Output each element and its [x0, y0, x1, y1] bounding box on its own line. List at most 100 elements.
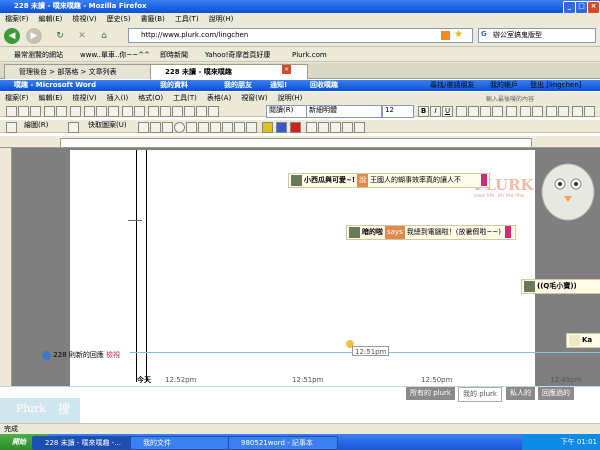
- home-icon[interactable]: ⌂: [96, 28, 112, 44]
- redo-icon[interactable]: [134, 106, 145, 117]
- shadow-icon[interactable]: [342, 122, 353, 133]
- italic-icon[interactable]: I: [430, 106, 441, 117]
- reload-icon[interactable]: ↻: [52, 28, 68, 44]
- tab-close-icon[interactable]: ×: [282, 65, 291, 74]
- message-nick[interactable]: ((Q毛小寶)): [537, 282, 577, 290]
- fill-color-icon[interactable]: [262, 122, 273, 133]
- print-icon[interactable]: [44, 106, 55, 117]
- textbox-icon[interactable]: [186, 122, 197, 133]
- wordart-icon[interactable]: [210, 122, 221, 133]
- arrow-icon[interactable]: [150, 122, 161, 133]
- vertical-textbox-icon[interactable]: [198, 122, 209, 133]
- vertical-ruler[interactable]: [0, 148, 12, 398]
- bookmark-most-visited[interactable]: 最常瀏覽的網站: [14, 48, 63, 61]
- bookmark-yahoo[interactable]: Yahoo!奇摩首頁好康: [205, 48, 270, 61]
- avatar[interactable]: [349, 226, 360, 238]
- avatar[interactable]: [524, 280, 535, 292]
- line-spacing-icon[interactable]: [506, 106, 517, 117]
- draw-menu[interactable]: 繪圖(R): [22, 121, 66, 132]
- doc-map-icon[interactable]: [196, 106, 207, 117]
- menu-history[interactable]: 歷史(S): [102, 13, 136, 25]
- nav-my-friends[interactable]: 我的朋友: [224, 80, 252, 91]
- star-icon[interactable]: ★: [454, 29, 463, 40]
- select-objects-icon[interactable]: [6, 122, 17, 133]
- align-left-icon[interactable]: [456, 106, 467, 117]
- justify-icon[interactable]: [492, 106, 503, 117]
- nav-logout[interactable]: 登出 [lingchen]: [530, 80, 582, 91]
- menu-bookmarks[interactable]: 書籤(B): [136, 13, 170, 25]
- filter-responded[interactable]: 回應過的: [538, 387, 574, 400]
- bookmark-news[interactable]: 即時新聞: [160, 48, 188, 61]
- font-size-combo[interactable]: 12: [382, 105, 414, 118]
- menu-file[interactable]: 檔案(F): [0, 13, 34, 25]
- avatar[interactable]: [569, 334, 580, 346]
- indent-icon[interactable]: [546, 106, 557, 117]
- line-style-icon[interactable]: [306, 122, 317, 133]
- word-menu-format[interactable]: 格式(O): [133, 92, 168, 104]
- word-menu-help[interactable]: 說明(H): [273, 92, 308, 104]
- message-nick[interactable]: Ka: [582, 336, 592, 344]
- clipart-icon[interactable]: [234, 122, 245, 133]
- word-menu-file[interactable]: 檔案(F): [0, 92, 34, 104]
- message-nick[interactable]: 暗的啦: [362, 228, 383, 236]
- avatar[interactable]: [291, 174, 302, 186]
- undo-icon[interactable]: [122, 106, 133, 117]
- forward-arrow-icon[interactable]: ▶: [26, 28, 42, 44]
- menu-view[interactable]: 檢視(V): [67, 13, 101, 25]
- highlight-icon[interactable]: [584, 106, 595, 117]
- filter-all-plurks[interactable]: 所有的 plurk: [406, 387, 455, 400]
- numbering-icon[interactable]: [520, 106, 531, 117]
- columns-icon[interactable]: [172, 106, 183, 117]
- drawing-icon[interactable]: [184, 106, 195, 117]
- nav-my-account[interactable]: 我的帳戶: [490, 80, 518, 91]
- plurk-message[interactable]: ((Q毛小寶)): [521, 279, 600, 294]
- task-firefox[interactable]: 228 未讀 - 噗來噗趣 -...: [32, 436, 142, 450]
- word-menu-tools[interactable]: 工具(T): [168, 92, 202, 104]
- back-arrow-icon[interactable]: ◀: [4, 28, 20, 44]
- align-center-icon[interactable]: [468, 106, 479, 117]
- save-icon[interactable]: [30, 106, 41, 117]
- nav-find-friends[interactable]: 尋找/邀請朋友: [430, 80, 474, 91]
- message-nick[interactable]: 小西瓜與可愛~!: [304, 176, 355, 184]
- font-color-icon[interactable]: [290, 122, 301, 133]
- reading-mode-button[interactable]: 閱讀(R): [266, 105, 308, 118]
- rss-icon[interactable]: [441, 31, 450, 40]
- menu-help[interactable]: 說明(H): [204, 13, 239, 25]
- preview-icon[interactable]: [56, 106, 67, 117]
- arrow-style-icon[interactable]: [330, 122, 341, 133]
- table-icon[interactable]: [160, 106, 171, 117]
- cut-icon[interactable]: [84, 106, 95, 117]
- stop-icon[interactable]: ✕: [74, 28, 90, 44]
- bookmark-bike[interactable]: www..單車..你~~^^: [80, 48, 150, 61]
- outdent-icon[interactable]: [558, 106, 569, 117]
- nav-notifications[interactable]: 通知!: [270, 80, 287, 91]
- underline-icon[interactable]: U: [442, 106, 453, 117]
- nav-my-profile[interactable]: 我的資料: [160, 80, 188, 91]
- copy-icon[interactable]: [96, 106, 107, 117]
- filter-my-plurks[interactable]: 我的 plurk: [458, 387, 502, 402]
- menu-edit[interactable]: 編輯(E): [34, 13, 68, 25]
- menu-tools[interactable]: 工具(T): [170, 13, 204, 25]
- font-name-combo[interactable]: 新細明體: [306, 105, 382, 118]
- task-notepad[interactable]: 980521word - 記事本: [228, 436, 338, 450]
- close-button[interactable]: ×: [587, 1, 600, 13]
- new-doc-icon[interactable]: [6, 106, 17, 117]
- rectangle-icon[interactable]: [162, 122, 173, 133]
- border-icon[interactable]: [572, 106, 583, 117]
- word-menu-edit[interactable]: 編輯(E): [34, 92, 68, 104]
- word-menu-table[interactable]: 表格(A): [202, 92, 236, 104]
- show-formatting-icon[interactable]: [208, 106, 219, 117]
- line-color-icon[interactable]: [276, 122, 287, 133]
- arrow-left-icon[interactable]: [42, 350, 51, 360]
- autoshape-menu[interactable]: 快取圖案(U): [86, 121, 136, 132]
- bullets-icon[interactable]: [532, 106, 543, 117]
- line-icon[interactable]: [138, 122, 149, 133]
- bookmark-plurk[interactable]: Plurk.com: [292, 48, 327, 61]
- align-right-icon[interactable]: [480, 106, 491, 117]
- hyperlink-icon[interactable]: [148, 106, 159, 117]
- paste-icon[interactable]: [108, 106, 119, 117]
- word-menu-view[interactable]: 檢視(V): [67, 92, 101, 104]
- bold-icon[interactable]: B: [418, 106, 429, 117]
- word-menu-insert[interactable]: 插入(I): [102, 92, 134, 104]
- task-my-documents[interactable]: 我的文件: [130, 436, 240, 450]
